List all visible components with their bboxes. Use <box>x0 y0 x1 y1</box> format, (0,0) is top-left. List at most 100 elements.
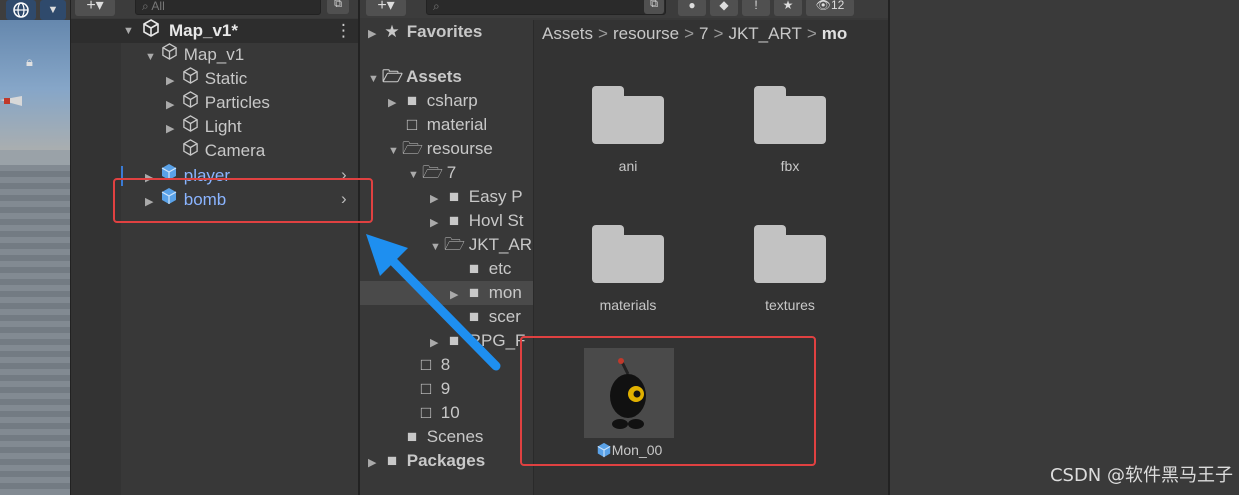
gameobject-icon <box>180 91 200 115</box>
filter-button[interactable]: ⧉ <box>327 0 349 14</box>
assets-item[interactable]: ▼ 🗁︎ Assets <box>368 65 462 89</box>
folder-icon <box>592 86 664 144</box>
expand-arrow-icon[interactable]: ▼ <box>408 163 422 187</box>
tree-item[interactable]: □ material <box>388 113 487 137</box>
folder-icon: ■ <box>386 451 398 470</box>
folder-icon: ■ <box>406 91 418 110</box>
breadcrumb-item[interactable]: Assets <box>542 24 593 43</box>
hierarchy-item[interactable]: ▼ Map_v1 <box>145 43 244 67</box>
create-button[interactable]: +▾ <box>75 0 115 16</box>
scene-building <box>0 165 70 495</box>
tree-item-label: material <box>426 115 488 134</box>
tree-item[interactable]: ■ Scenes <box>388 425 484 449</box>
gameobject-icon <box>180 139 200 163</box>
collapsed-arrow-icon[interactable]: ▶ <box>430 187 444 211</box>
create-button[interactable]: +▾ <box>366 0 406 16</box>
hierarchy-search-input[interactable]: ⌕ All <box>135 0 321 15</box>
tree-item[interactable]: □ 10 <box>416 401 460 425</box>
gizmo-button[interactable] <box>6 0 36 20</box>
gameobject-icon <box>180 67 200 91</box>
collapsed-arrow-icon[interactable]: ▶ <box>166 117 180 141</box>
collapsed-arrow-icon[interactable]: ▶ <box>166 93 180 117</box>
folder-icon <box>754 225 826 283</box>
scene-name: Map_v1* <box>169 21 238 40</box>
filter-button[interactable]: ⧉ <box>644 0 664 14</box>
folder-icon: ■ <box>406 427 418 446</box>
asset-folder-tile[interactable]: textures <box>730 225 850 313</box>
asset-folder-tile[interactable]: materials <box>568 225 688 313</box>
hidden-packages-button[interactable]: 👁︎12 <box>806 0 854 16</box>
more-options-icon[interactable]: ⋮ <box>335 19 352 43</box>
empty-folder-icon: □ <box>420 403 432 422</box>
expand-arrow-icon[interactable]: ▼ <box>368 67 382 91</box>
collapsed-arrow-icon[interactable]: ▶ <box>368 22 382 46</box>
search-by-type-icon[interactable]: ● <box>678 0 706 16</box>
inspector-area <box>888 0 1239 495</box>
hierarchy-item[interactable]: ▶ Static <box>166 67 247 91</box>
breadcrumb-separator: > <box>598 24 608 43</box>
hierarchy-item-label: Map_v1 <box>183 45 245 64</box>
watermark-text: CSDN @软件黑马王子 <box>1049 465 1233 486</box>
empty-folder-icon: □ <box>406 115 418 134</box>
tree-item[interactable]: ▶ ■ Easy P <box>430 185 523 209</box>
drag-arrow-icon <box>366 234 501 371</box>
tree-item-label: 7 <box>446 163 457 182</box>
breadcrumb: Assets > resourse >7 > JKT_ART > mo <box>542 24 847 44</box>
folder-icon <box>592 225 664 283</box>
lock-icon: 🔒︎ <box>26 54 33 69</box>
tree-item-label: Scenes <box>426 427 484 446</box>
warning-icon[interactable]: ! <box>742 0 770 16</box>
chevron-down-icon[interactable]: ▼ <box>40 0 66 20</box>
project-search-input[interactable]: ⌕ <box>426 0 666 15</box>
breadcrumb-separator: > <box>806 24 817 43</box>
expand-arrow-icon[interactable]: ▼ <box>388 139 402 163</box>
annotation-box-asset <box>520 336 816 466</box>
spawn-marker-icon <box>0 96 22 106</box>
folder-icon <box>754 86 826 144</box>
breadcrumb-item[interactable]: mo <box>822 24 848 43</box>
scene-row[interactable]: ▼ Map_v1* ⋮ <box>71 19 359 43</box>
breadcrumb-item[interactable]: resourse <box>613 24 679 43</box>
hierarchy-item-label: Light <box>204 117 242 136</box>
label-icon[interactable]: ◆ <box>710 0 738 16</box>
expand-arrow-icon[interactable]: ▼ <box>123 19 137 43</box>
tree-item-label: 9 <box>440 379 451 398</box>
favorites-label: Favorites <box>406 22 483 41</box>
asset-label: ani <box>618 158 638 174</box>
annotation-box-hierarchy <box>113 178 373 223</box>
scene-view[interactable]: ▼ 🔒︎ <box>0 0 70 495</box>
asset-label: textures <box>765 297 815 313</box>
search-icon: ⌕ <box>142 0 149 13</box>
gameobject-icon <box>159 43 179 67</box>
breadcrumb-item[interactable]: JKT_ART <box>728 24 801 43</box>
collapsed-arrow-icon[interactable]: ▶ <box>388 91 402 115</box>
tree-item-label: resourse <box>426 139 493 158</box>
star-icon[interactable]: ★ <box>774 0 802 16</box>
breadcrumb-separator: > <box>713 24 724 43</box>
packages-item[interactable]: ▶ ■ Packages <box>368 449 485 473</box>
packages-label: Packages <box>406 451 486 470</box>
hierarchy-panel: +▾ ⌕ All ⧉ ▼ Map_v1* ⋮ ▼ Map_v1 ▶ Static… <box>70 0 359 495</box>
tree-item[interactable]: □ 9 <box>416 377 450 401</box>
tree-item[interactable]: ▼ 🗁︎ 7 <box>408 161 456 185</box>
hierarchy-item[interactable]: Camera <box>166 139 265 163</box>
asset-folder-tile[interactable]: fbx <box>730 86 850 174</box>
globe-icon <box>13 2 29 18</box>
star-icon: ★ <box>384 22 400 41</box>
collapsed-arrow-icon[interactable]: ▶ <box>166 69 180 93</box>
empty-folder-icon: □ <box>420 379 432 398</box>
tree-item[interactable]: ▶ ■ csharp <box>388 89 478 113</box>
tree-item[interactable]: ▼ 🗁︎ resourse <box>388 137 493 161</box>
folder-icon: ■ <box>448 187 460 206</box>
hierarchy-item[interactable]: ▶ Particles <box>166 91 270 115</box>
breadcrumb-item[interactable]: 7 <box>699 24 708 43</box>
open-folder-icon: 🗁︎ <box>382 67 404 86</box>
breadcrumb-separator: > <box>684 24 695 43</box>
collapsed-arrow-icon[interactable]: ▶ <box>368 451 382 475</box>
tree-item-label: 10 <box>440 403 460 422</box>
assets-label: Assets <box>406 67 462 86</box>
hierarchy-item[interactable]: ▶ Light <box>166 115 242 139</box>
expand-arrow-icon[interactable]: ▼ <box>145 45 159 69</box>
favorites-item[interactable]: ▶ ★ Favorites <box>368 20 482 44</box>
asset-folder-tile[interactable]: ani <box>568 86 688 174</box>
